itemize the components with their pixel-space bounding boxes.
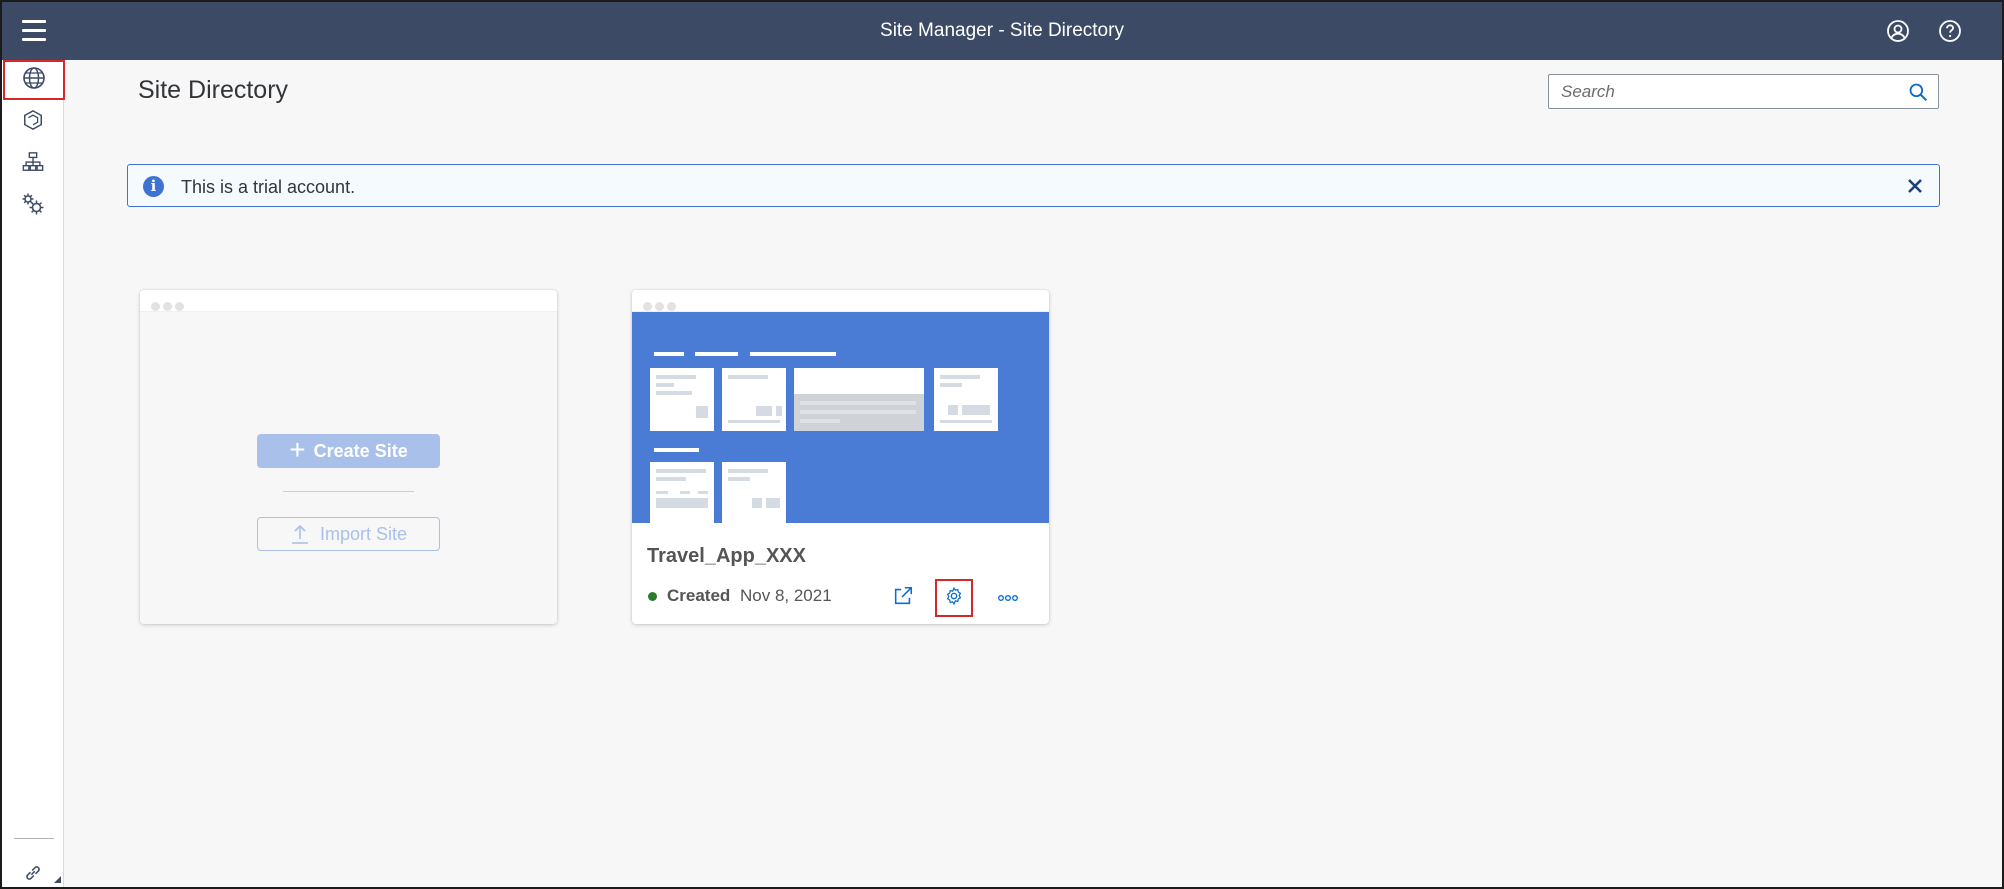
plus-icon: + — [289, 433, 306, 465]
upload-icon — [291, 524, 308, 544]
site-settings-button[interactable] — [935, 579, 973, 617]
globe-icon — [22, 66, 46, 95]
gears-icon — [21, 192, 45, 221]
nav-item-settings[interactable] — [2, 186, 64, 226]
create-site-label: Create Site — [313, 440, 408, 461]
create-site-button[interactable]: + Create Site — [257, 434, 440, 468]
import-site-button[interactable]: Import Site — [257, 517, 440, 551]
overflow-icon — [997, 589, 1019, 607]
search-icon[interactable] — [1908, 82, 1928, 102]
nav-separator — [14, 838, 54, 839]
info-banner: i This is a trial account. — [127, 164, 1940, 207]
status-indicator-icon — [648, 592, 657, 601]
go-to-site-button[interactable] — [884, 579, 922, 617]
info-icon: i — [143, 176, 164, 197]
side-navigation — [2, 60, 65, 889]
card-body: + Create Site Import Site — [140, 312, 557, 624]
shell-header: Site Manager - Site Directory — [2, 2, 2002, 60]
divider — [283, 491, 414, 492]
nav-item-content-manager[interactable] — [2, 102, 64, 142]
resize-corner — [54, 876, 61, 883]
site-name[interactable]: Travel_App_XXX — [647, 545, 806, 568]
external-link-icon — [892, 585, 914, 612]
help-icon[interactable] — [1938, 19, 1962, 43]
nav-item-provider-manager[interactable] — [2, 144, 64, 184]
nav-item-links[interactable] — [2, 855, 64, 889]
search-input[interactable] — [1561, 75, 1891, 108]
user-profile-icon[interactable] — [1886, 19, 1910, 43]
more-options-button[interactable] — [989, 579, 1027, 617]
site-card[interactable]: Travel_App_XXX Created Nov 8, 2021 — [632, 290, 1049, 624]
hierarchy-icon — [22, 151, 44, 178]
site-preview-thumbnail[interactable] — [632, 312, 1049, 525]
close-icon[interactable] — [1905, 176, 1925, 196]
cube-icon — [22, 109, 44, 136]
shell-title: Site Manager - Site Directory — [880, 20, 1124, 41]
new-site-card: + Create Site Import Site — [140, 290, 557, 624]
site-date: Nov 8, 2021 — [740, 586, 832, 605]
page-title: Site Directory — [138, 76, 289, 104]
card-titlebar — [632, 290, 1049, 312]
card-titlebar — [140, 290, 557, 312]
import-site-label: Import Site — [319, 523, 408, 544]
banner-message: This is a trial account. — [181, 177, 356, 197]
search-field[interactable] — [1548, 74, 1939, 109]
link-icon — [23, 863, 43, 888]
site-status: Created — [667, 586, 731, 605]
gear-icon — [944, 586, 964, 611]
nav-item-site-directory[interactable] — [3, 60, 65, 100]
